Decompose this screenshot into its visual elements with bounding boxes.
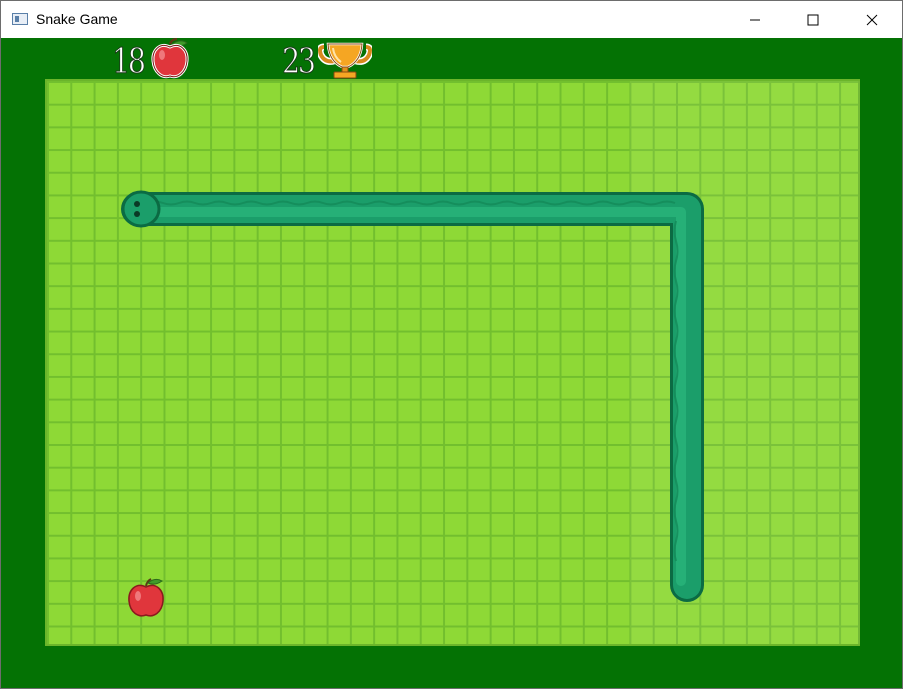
window-title: Snake Game	[36, 11, 118, 27]
apple-icon	[128, 578, 164, 617]
maximize-button[interactable]	[784, 1, 842, 38]
app-icon	[12, 13, 28, 25]
minimize-button[interactable]	[726, 1, 784, 38]
maximize-icon	[807, 14, 819, 25]
trophy-icon	[318, 42, 372, 79]
close-button[interactable]	[843, 1, 901, 38]
minimize-icon	[750, 19, 760, 20]
best-score-counter: 23	[282, 42, 317, 82]
title-bar[interactable]: Snake Game	[1, 1, 902, 38]
apple-icon	[151, 38, 189, 79]
score-counter: 18	[112, 42, 147, 82]
snake	[121, 190, 705, 602]
game-area: 18 23	[1, 38, 902, 688]
close-icon	[866, 14, 878, 25]
game-board[interactable]	[45, 79, 860, 646]
